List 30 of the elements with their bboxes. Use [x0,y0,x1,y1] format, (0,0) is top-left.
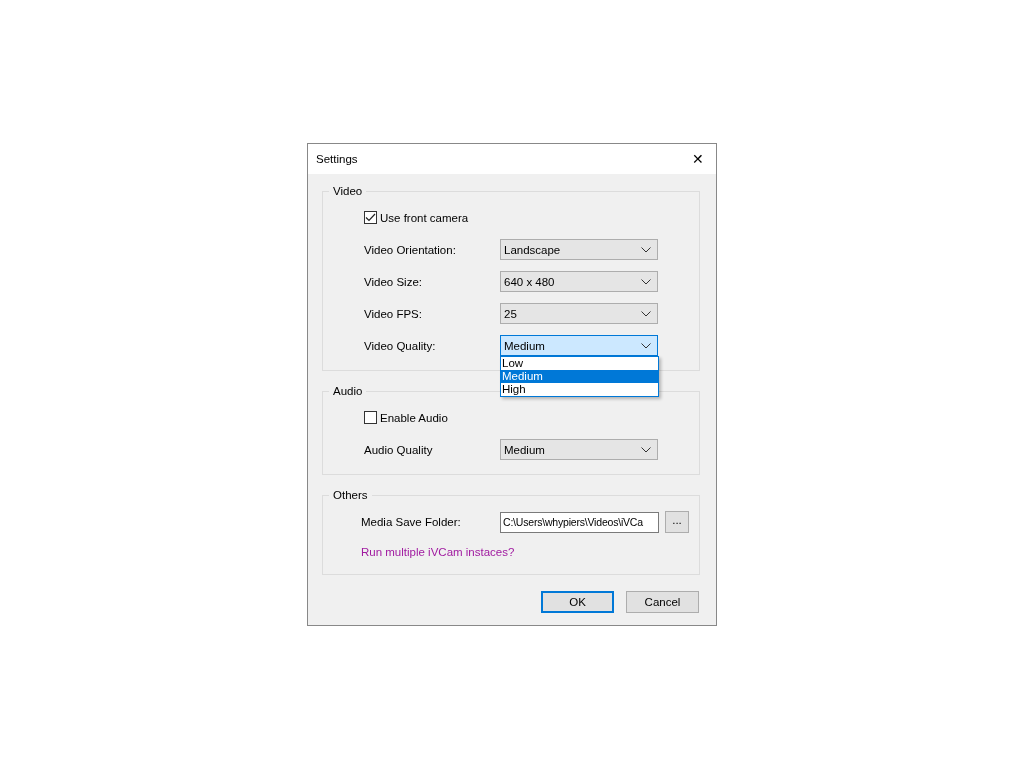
field-label: Media Save Folder: [361,516,462,528]
close-button[interactable]: ✕ [684,151,712,167]
dropdown[interactable]: Landscape [500,239,658,260]
cancel-button[interactable]: Cancel [626,591,699,613]
field-label: Video Quality: [364,339,437,352]
checkbox[interactable] [364,211,377,224]
link[interactable]: Run multiple iVCam instaces? [361,546,515,558]
field-label: Video Orientation: [364,243,457,256]
chevron-down-icon [641,310,651,317]
chevron-down-icon [641,342,651,349]
dropdown[interactable]: Medium [500,335,658,356]
field-label: Video FPS: [364,307,423,320]
window-title: Settings [315,153,358,165]
chevron-down-icon [641,278,651,285]
folder-field[interactable]: C:\Users\whypiers\Videos\iVCa [500,511,659,533]
checkbox[interactable] [364,411,377,424]
dropdown-option[interactable]: Low [501,357,658,370]
chevron-down-icon [641,446,651,453]
dropdown[interactable]: 640 x 480 [500,271,658,292]
dropdown[interactable]: 25 [500,303,658,324]
checkbox-label: Enable Audio [380,411,448,424]
dropdown-option[interactable]: High [501,383,658,396]
browse-button[interactable]: ... [665,511,689,533]
dropdown-option[interactable]: Medium [501,370,658,383]
field-label: Audio Quality [364,443,434,456]
dropdown[interactable]: Medium [500,439,658,460]
field-label: Video Size: [364,275,423,288]
chevron-down-icon [641,246,651,253]
ok-button[interactable]: OK [541,591,614,613]
checkbox-label: Use front camera [380,211,469,224]
